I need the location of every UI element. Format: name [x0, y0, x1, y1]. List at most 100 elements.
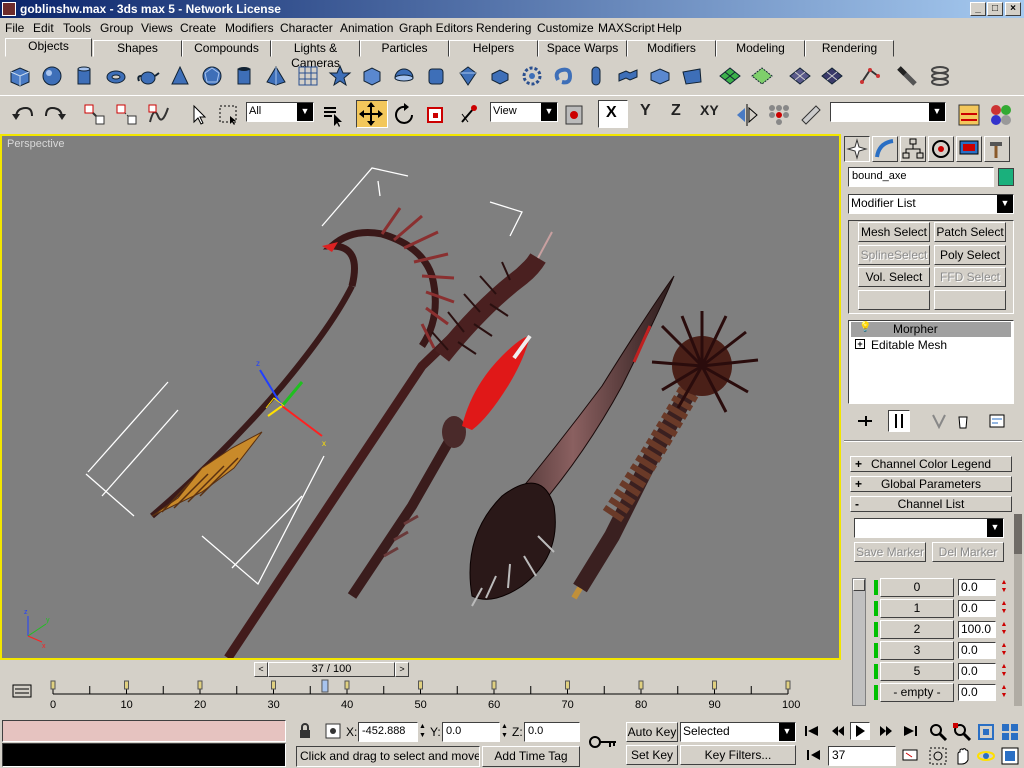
menu-rendering[interactable]: Rendering	[476, 21, 531, 35]
channel-list-scrollbar[interactable]	[852, 578, 866, 706]
modifier-list-dropdown[interactable]: Modifier List ▼	[848, 194, 1014, 214]
pivot-point-center-icon[interactable]	[562, 102, 588, 128]
tab-compounds[interactable]: Compounds	[182, 40, 271, 57]
go-to-end-icon[interactable]	[902, 724, 918, 738]
channel-value-field[interactable]: 100.0	[958, 621, 996, 638]
previous-frame-button[interactable]: <	[254, 662, 268, 677]
key-icon[interactable]	[588, 733, 618, 751]
select-and-move-button[interactable]	[356, 100, 388, 128]
channel-spinner[interactable]: ▲ ▼	[998, 600, 1010, 617]
menu-tools[interactable]: Tools	[63, 21, 91, 35]
channel-row[interactable]: 5 0.0 ▲ ▼	[874, 662, 1014, 681]
reference-coordinate-dropdown[interactable]: View ▼	[490, 102, 558, 122]
chamfer-cylinder-icon[interactable]	[424, 64, 448, 88]
array-icon[interactable]	[766, 102, 792, 128]
tab-modifiers[interactable]: Modifiers	[627, 40, 716, 57]
track-bar[interactable]: 0 10 20 30 40 50 60 70 80 90 100	[0, 678, 841, 714]
channel-spinner[interactable]: ▲ ▼	[998, 663, 1010, 680]
empty-modifier-button-1[interactable]	[858, 290, 930, 310]
ffd-select-button[interactable]: FFD Select	[934, 267, 1006, 287]
menu-graph-editors[interactable]: Graph Editors	[399, 21, 473, 35]
cylinder-icon[interactable]	[72, 64, 96, 88]
zoom-icon[interactable]	[928, 722, 948, 742]
save-marker-button[interactable]: Save Marker	[854, 542, 926, 562]
menu-customize[interactable]: Customize	[537, 21, 594, 35]
close-button[interactable]: ×	[1005, 2, 1021, 16]
menu-animation[interactable]: Animation	[340, 21, 393, 35]
scythe-model[interactable]	[150, 207, 455, 519]
menu-modifiers[interactable]: Modifiers	[225, 21, 274, 35]
y-spinner[interactable]: ▲ ▼	[501, 722, 508, 740]
marker-dropdown[interactable]: ▼	[854, 518, 1004, 538]
current-frame-field[interactable]: 37	[828, 746, 896, 766]
prism-icon[interactable]	[680, 64, 704, 88]
tab-space-warps[interactable]: Space Warps	[538, 40, 627, 57]
z-coordinate-field[interactable]: 0.0	[524, 722, 580, 742]
create-panel-tab[interactable]	[844, 136, 870, 162]
poly-select-button[interactable]: Poly Select	[934, 245, 1006, 265]
hierarchy-panel-tab[interactable]	[900, 136, 926, 162]
make-unique-icon[interactable]	[930, 413, 948, 429]
mesh-select-button[interactable]: Mesh Select	[858, 222, 930, 242]
play-button[interactable]	[850, 722, 870, 740]
c-ext-icon[interactable]	[648, 64, 672, 88]
go-to-start-icon[interactable]	[804, 724, 820, 738]
channel-button[interactable]: 3	[880, 641, 954, 660]
spiked-club-model[interactable]	[571, 311, 759, 600]
patch-grid-icon[interactable]	[718, 64, 742, 88]
select-and-rotate-icon[interactable]	[392, 102, 418, 128]
tri-patch-icon[interactable]	[750, 64, 774, 88]
menu-edit[interactable]: Edit	[33, 21, 54, 35]
teapot-icon[interactable]	[136, 64, 160, 88]
key-mode-dropdown[interactable]: Selected ▼	[680, 722, 796, 742]
hedra-icon[interactable]	[328, 64, 352, 88]
menu-group[interactable]: Group	[100, 21, 133, 35]
material-editor-icon[interactable]	[988, 102, 1014, 128]
tab-objects[interactable]: Objects	[5, 38, 92, 57]
utilities-panel-tab[interactable]	[984, 136, 1010, 162]
restrict-xy-button[interactable]: XY	[700, 102, 719, 118]
key-filters-button[interactable]: Key Filters...	[680, 745, 796, 765]
channel-value-field[interactable]: 0.0	[958, 642, 996, 659]
lock-selection-icon[interactable]	[298, 722, 312, 740]
nurbs-surface-icon[interactable]	[788, 64, 812, 88]
pan-hand-icon[interactable]	[952, 746, 972, 766]
global-parameters-rollout[interactable]: + Global Parameters	[850, 476, 1012, 492]
maximize-button[interactable]: □	[987, 2, 1003, 16]
display-panel-tab[interactable]	[956, 136, 982, 162]
capsule-box-icon[interactable]	[488, 64, 512, 88]
menu-character[interactable]: Character	[280, 21, 333, 35]
menu-file[interactable]: File	[5, 21, 24, 35]
l-ext-icon[interactable]	[616, 64, 640, 88]
vol-select-button[interactable]: Vol. Select	[858, 267, 930, 287]
channel-row[interactable]: 3 0.0 ▲ ▼	[874, 641, 1014, 660]
spring-icon[interactable]	[928, 64, 952, 88]
ik-tool-icon[interactable]	[895, 64, 919, 88]
channel-spinner[interactable]: ▲ ▼	[998, 579, 1010, 596]
hemisphere-icon[interactable]	[392, 64, 416, 88]
panel-scroll-thumb[interactable]	[1014, 514, 1022, 554]
channel-spinner[interactable]: ▲ ▼	[998, 684, 1010, 701]
maxscript-listener-mini[interactable]	[2, 720, 286, 742]
named-selection-sets-dropdown[interactable]: ▼	[830, 102, 946, 122]
app-icon[interactable]	[2, 2, 16, 16]
remove-modifier-icon[interactable]	[954, 413, 972, 429]
unlink-icon[interactable]	[114, 102, 140, 128]
set-key-button[interactable]: Set Key	[626, 745, 678, 765]
object-color-swatch[interactable]	[998, 168, 1014, 186]
configure-modifier-sets-icon[interactable]	[988, 413, 1006, 429]
channel-button[interactable]: 2	[880, 620, 954, 639]
tab-helpers[interactable]: Helpers	[449, 40, 538, 57]
channel-row[interactable]: 0 0.0 ▲ ▼	[874, 578, 1014, 597]
arc-rotate-icon[interactable]	[976, 746, 996, 766]
add-time-tag-button[interactable]: Add Time Tag	[482, 746, 580, 767]
expand-plus-icon[interactable]: +	[855, 339, 865, 349]
gem-icon[interactable]	[456, 64, 480, 88]
channel-button[interactable]: - empty -	[880, 683, 954, 702]
object-name-field[interactable]: bound_axe	[848, 167, 994, 187]
absolute-mode-transform-icon[interactable]	[324, 722, 342, 740]
tab-lights-cameras[interactable]: Lights & Cameras	[271, 40, 360, 70]
modify-panel-tab[interactable]	[872, 136, 898, 162]
undo-icon[interactable]	[10, 102, 36, 128]
scroll-thumb[interactable]	[853, 579, 865, 591]
